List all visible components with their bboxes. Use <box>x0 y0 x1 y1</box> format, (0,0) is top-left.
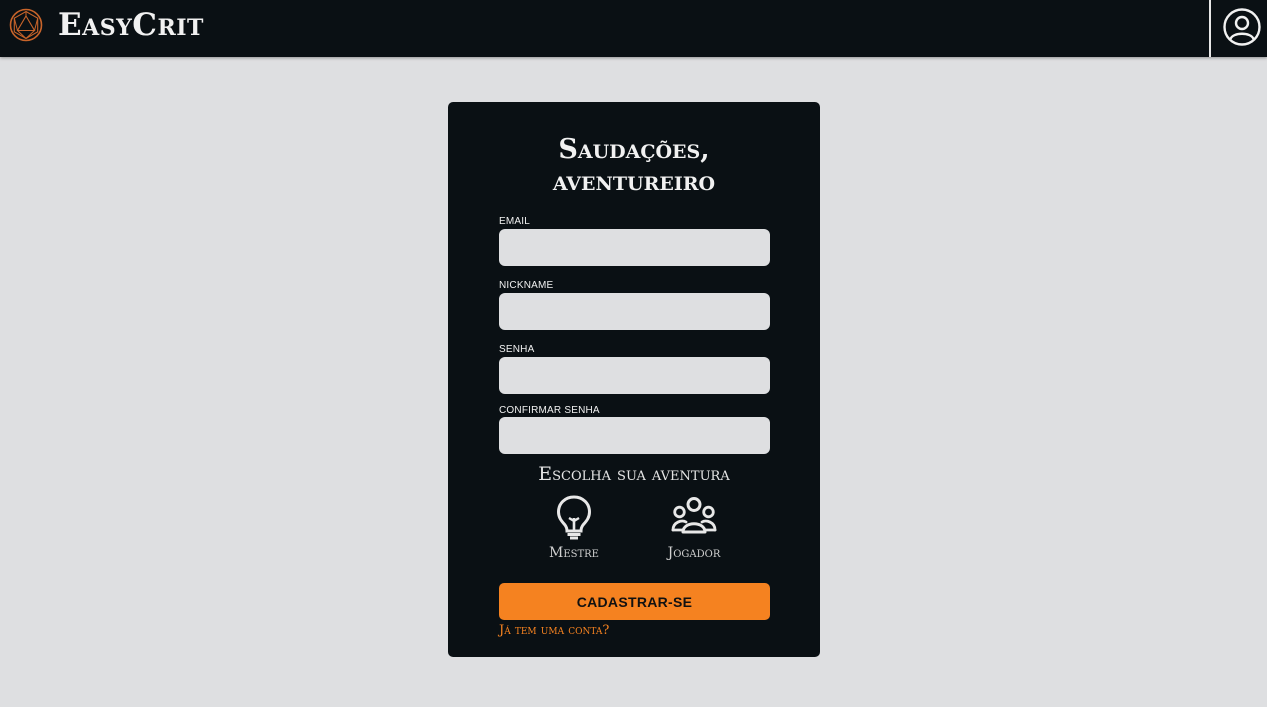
title-line-1: Saudações, <box>558 134 710 165</box>
brand-name[interactable]: EasyCrit <box>58 6 204 44</box>
confirm-password-label: CONFIRMAR SENHA <box>499 405 600 416</box>
password-label: SENHA <box>499 344 535 355</box>
nickname-label: NICKNAME <box>499 280 554 291</box>
top-bar: EasyCrit <box>0 0 1267 57</box>
password-field[interactable] <box>499 357 770 394</box>
role-option-jogador[interactable]: Jogador <box>649 494 739 566</box>
email-label: EMAIL <box>499 216 531 227</box>
role-label-mestre: Mestre <box>549 545 599 561</box>
signup-card: Saudações, aventureiro EMAIL NICKNAME SE… <box>448 102 820 657</box>
email-field[interactable] <box>499 229 770 266</box>
signup-button[interactable]: CADASTRAR-SE <box>499 583 770 620</box>
title-line-2: aventureiro <box>552 166 716 197</box>
nickname-field[interactable] <box>499 293 770 330</box>
page-title: Saudações, aventureiro <box>448 134 820 198</box>
login-link[interactable]: Já tem uma conta? <box>499 623 609 638</box>
header-divider <box>1209 0 1211 57</box>
confirm-password-field[interactable] <box>499 417 770 454</box>
d20-icon <box>9 8 43 42</box>
role-label-jogador: Jogador <box>667 545 721 561</box>
lightbulb-icon <box>556 495 592 540</box>
role-option-mestre[interactable]: Mestre <box>529 494 619 566</box>
choose-adventure-label: Escolha sua aventura <box>538 463 730 485</box>
group-icon <box>671 497 717 534</box>
user-circle-icon[interactable] <box>1222 7 1262 47</box>
